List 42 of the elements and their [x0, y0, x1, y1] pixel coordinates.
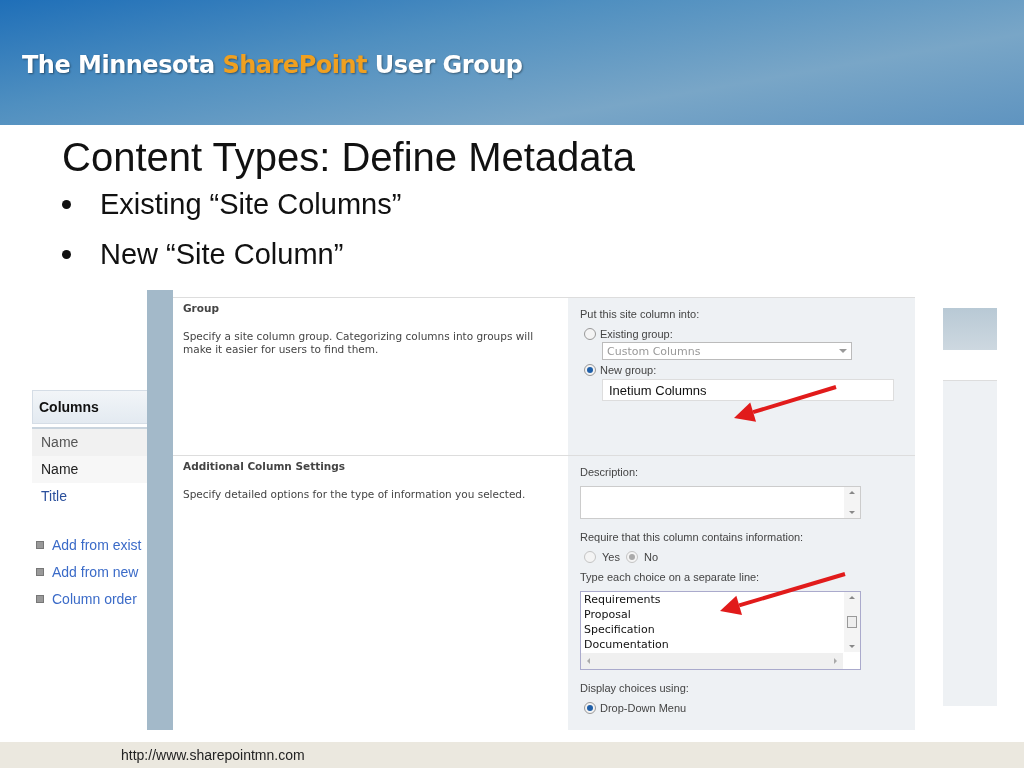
bullet-text: New “Site Column” [100, 237, 344, 271]
bullet-icon [36, 594, 44, 603]
field-label: Display choices using: [580, 682, 690, 694]
field-label: Put this site column into: [580, 308, 701, 320]
bullet-icon [36, 540, 44, 549]
radio-button[interactable] [584, 364, 596, 376]
option-label: New group: [600, 364, 657, 376]
radio-button[interactable] [625, 551, 638, 563]
bullet-icon [62, 249, 71, 259]
bullet-icon [36, 567, 44, 576]
radio-button[interactable] [584, 551, 596, 563]
panel-heading: Columns [32, 390, 147, 424]
action-link[interactable]: Add from exist [52, 536, 142, 553]
radio-button[interactable] [584, 328, 596, 340]
option-label: Yes [602, 551, 620, 563]
field-label: Require that this column contains information: [580, 531, 805, 543]
column-header: Name [32, 427, 147, 456]
action-link[interactable]: Add from new [52, 563, 139, 580]
option-label: No [643, 551, 658, 563]
option-label: Drop-Down Menu [600, 702, 687, 714]
group-name-field[interactable]: Inetium Columns [602, 379, 894, 401]
section-description: Specify detailed options for the type of information you selected. [183, 488, 527, 501]
option-label: Existing group: [600, 328, 673, 340]
field-label: Type each choice on a separate line: [580, 571, 761, 583]
group-dropdown[interactable]: Custom Columns [602, 342, 852, 360]
banner-title: The Minnesota SharePoint User Group [22, 50, 523, 79]
radio-button[interactable] [584, 702, 596, 714]
section-title: Additional Column Settings [183, 460, 347, 472]
slide-title: Content Types: Define Metadata [62, 134, 636, 181]
action-link[interactable]: Column order [52, 590, 137, 607]
table-cell: Name [32, 456, 147, 483]
footer-url: http://www.sharepointmn.com [121, 747, 305, 763]
section-description: Specify a site column group. Categorizing columns into groups will make it easier for users to find them. [183, 330, 535, 356]
field-label: Description: [580, 466, 640, 478]
caret-icon [839, 349, 847, 353]
bullet-icon [62, 199, 71, 209]
bullet-text: Existing “Site Columns” [100, 187, 402, 221]
dropdown-value: Custom Columns [607, 344, 701, 358]
scrollbar[interactable] [844, 592, 860, 652]
section-title: Group [183, 302, 220, 314]
scrollbar[interactable] [581, 653, 843, 669]
header-block [943, 308, 997, 350]
